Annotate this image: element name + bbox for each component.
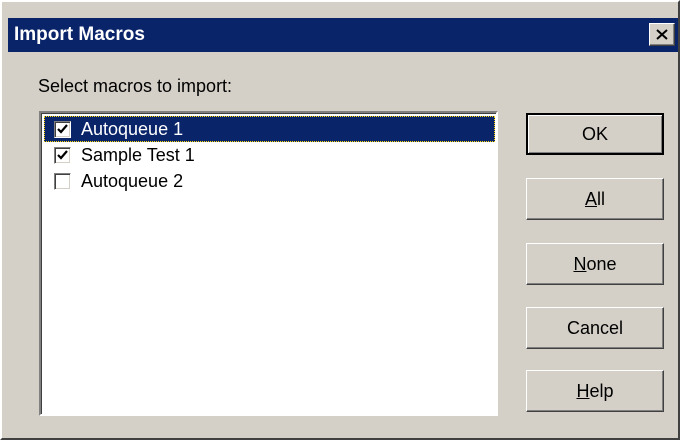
list-item[interactable]: Autoqueue 1	[44, 116, 495, 142]
help-button[interactable]: Help	[526, 370, 664, 412]
none-button-label: one	[586, 254, 617, 274]
all-button-label: ll	[597, 189, 605, 209]
checkmark-icon	[57, 124, 68, 134]
checkbox[interactable]	[54, 121, 71, 138]
window-title: Import Macros	[14, 24, 145, 45]
list-item-label: Autoqueue 2	[81, 171, 184, 191]
none-mnemonic: N	[573, 254, 587, 274]
macros-listbox[interactable]: Autoqueue 1 Sample Test 1 Autoqueue 2	[39, 111, 498, 416]
list-item[interactable]: Sample Test 1	[44, 142, 495, 168]
close-button[interactable]	[649, 23, 675, 46]
checkbox[interactable]	[54, 173, 71, 190]
help-button-label: elp	[589, 381, 614, 401]
select-macros-label: Select macros to import:	[38, 76, 233, 96]
import-macros-dialog: Import Macros Select macros to import: A…	[0, 0, 680, 440]
checkbox[interactable]	[54, 147, 71, 164]
checkmark-icon	[57, 150, 68, 160]
none-button[interactable]: None	[526, 243, 664, 285]
list-item-label: Autoqueue 1	[81, 119, 184, 139]
close-x-icon	[656, 29, 668, 40]
ok-button[interactable]: OK	[526, 113, 664, 155]
ok-button-label: OK	[581, 124, 608, 144]
all-mnemonic: A	[584, 189, 597, 209]
list-item[interactable]: Autoqueue 2	[44, 168, 495, 194]
help-mnemonic: H	[576, 381, 590, 401]
cancel-button[interactable]: Cancel	[526, 307, 664, 349]
all-button[interactable]: All	[526, 178, 664, 220]
title-bar[interactable]: Import Macros	[8, 18, 678, 52]
list-item-label: Sample Test 1	[81, 145, 195, 165]
cancel-button-label: Cancel	[566, 318, 624, 338]
